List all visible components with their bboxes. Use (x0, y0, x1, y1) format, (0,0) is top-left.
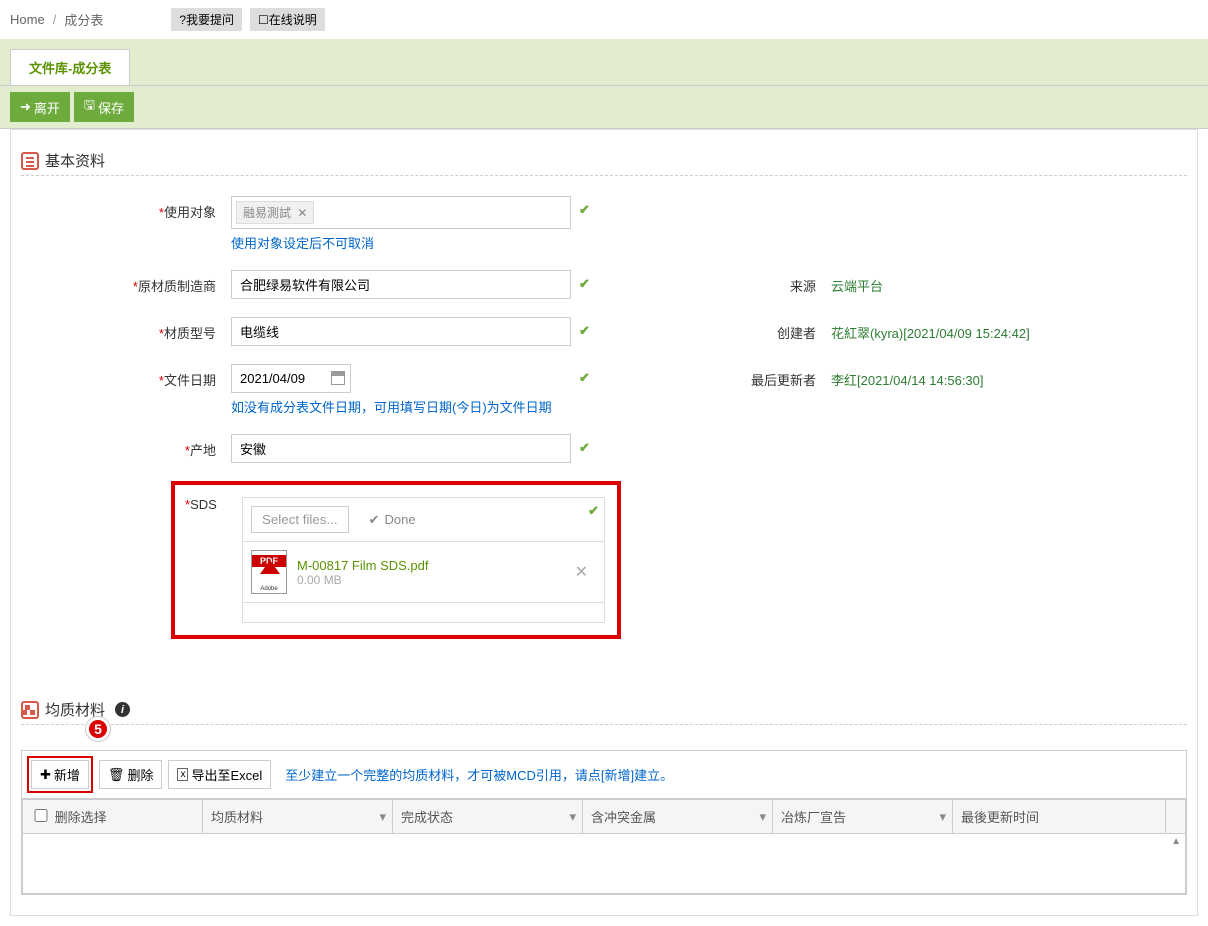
filter-icon[interactable]: ▾ (939, 809, 946, 825)
target-hint: 使用对象设定后不可取消 (231, 233, 631, 252)
save-icon: 🖫 (84, 96, 95, 118)
label-date: *文件日期 (31, 364, 231, 389)
check-icon: ✔ (579, 276, 590, 292)
form-grid: 3 *使用对象 融易測試 ✕ ✔ 使用对象设定后不可取消 *原材质制造商 ✔ 来… (21, 196, 1187, 639)
manufacturer-input[interactable] (231, 270, 571, 299)
trash-icon: 🗑 (108, 767, 125, 783)
tree-icon (21, 701, 39, 719)
material-table: 删除选择 均质材料 ▾ 完成状态 ▾ 含冲突金属 ▾ (22, 799, 1186, 894)
value-creator: 花紅翠(kyra)[2021/04/09 15:24:42] (831, 317, 1177, 342)
plus-icon: ✚ (40, 767, 51, 783)
file-info: M-00817 Film SDS.pdf 0.00 MB (297, 558, 557, 587)
check-icon: ✔ (579, 323, 590, 339)
section-basic-title: 基本资料 (45, 150, 105, 171)
model-input[interactable] (231, 317, 571, 346)
col-conflict[interactable]: 含冲突金属 ▾ (583, 800, 773, 834)
breadcrumb-home-link[interactable]: Home (10, 12, 45, 27)
toolbar-hint: 至少建立一个完整的均质材料，才可被MCD引用，请点[新增]建立。 (285, 765, 673, 784)
date-hint: 如没有成分表文件日期，可用填写日期(今日)为文件日期 (231, 397, 631, 416)
list-icon (21, 152, 39, 170)
file-size: 0.00 MB (297, 573, 557, 587)
section-basic-header: 基本资料 (21, 150, 1187, 176)
value-updater: 李红[2021/04/14 14:56:30] (831, 364, 1177, 389)
col-scroll (1166, 800, 1186, 834)
action-bar: ➜ 离开 🖫 保存 (0, 86, 1208, 129)
check-icon: ✔ (579, 370, 590, 386)
origin-input[interactable] (231, 434, 571, 463)
check-icon: ✔ (579, 440, 590, 456)
ask-question-button[interactable]: ?我要提问 (171, 8, 242, 31)
label-origin: *产地 (31, 434, 231, 459)
value-source: 云端平台 (831, 270, 1177, 295)
breadcrumb-separator: / (53, 12, 57, 27)
select-files-button[interactable]: Select files... (251, 506, 349, 533)
check-icon: ✔ (579, 202, 590, 218)
label-manufacturer: *原材质制造商 (31, 270, 231, 295)
label-updater: 最后更新者 (631, 364, 831, 389)
label-source: 来源 (631, 270, 831, 295)
breadcrumb: Home / 成分表 ?我要提问 ☐在线说明 (0, 0, 1208, 39)
col-smelter[interactable]: 冶炼厂宣告 ▾ (773, 800, 953, 834)
file-name[interactable]: M-00817 Film SDS.pdf (297, 558, 557, 573)
section-material-header: 均质材料 i 5 (21, 699, 1187, 725)
label-target: 3 *使用对象 (31, 196, 231, 221)
file-list-item: PDF Adobe M-00817 Film SDS.pdf 0.00 MB ✕ (242, 542, 605, 603)
col-material[interactable]: 均质材料 ▾ (203, 800, 393, 834)
file-remove-icon[interactable]: ✕ (567, 562, 596, 582)
tab-file-library[interactable]: 文件库-成分表 (10, 49, 130, 85)
label-creator: 创建者 (631, 317, 831, 342)
save-button-label: 保存 (98, 98, 124, 117)
field-model: ✔ (231, 317, 631, 346)
select-all-checkbox[interactable] (31, 809, 51, 822)
section-material: 均质材料 i 5 ✚ 新增 🗑 删除 x 导出至Excel 至少建立一个完整的均… (21, 699, 1187, 895)
online-help-button[interactable]: ☐在线说明 (250, 8, 325, 31)
table-area: 删除选择 均质材料 ▾ 完成状态 ▾ 含冲突金属 ▾ (21, 798, 1187, 895)
col-updated[interactable]: 最後更新时间 (953, 800, 1166, 834)
delete-button[interactable]: 🗑 删除 (99, 760, 163, 789)
add-button-highlight: ✚ 新增 (27, 756, 93, 793)
arrow-right-icon: ➜ (20, 99, 31, 115)
save-button[interactable]: 🖫 保存 (74, 92, 134, 122)
col-select[interactable]: 删除选择 (23, 800, 203, 834)
file-picker: Select files... ✔ Done (242, 497, 605, 542)
callout-badge-5: 5 (86, 717, 110, 741)
target-tag: 融易測試 ✕ (236, 201, 314, 224)
scroll-up-icon[interactable]: ▲ (1171, 836, 1181, 847)
table-toolbar: ✚ 新增 🗑 删除 x 导出至Excel 至少建立一个完整的均质材料，才可被MC… (21, 750, 1187, 798)
pdf-icon: PDF Adobe (251, 550, 287, 594)
label-model: *材质型号 (31, 317, 231, 342)
filter-icon[interactable]: ▾ (379, 809, 386, 825)
tab-bar: 文件库-成分表 (0, 39, 1208, 86)
add-button[interactable]: ✚ 新增 (31, 760, 89, 789)
leave-button-label: 离开 (34, 98, 60, 117)
content-panel: 基本资料 3 *使用对象 融易測試 ✕ ✔ 使用对象设定后不可取消 *原材质制造… (10, 129, 1198, 916)
target-taginput[interactable]: 融易測試 ✕ (231, 196, 571, 229)
breadcrumb-current: 成分表 (64, 10, 103, 29)
export-excel-button[interactable]: x 导出至Excel (168, 760, 271, 789)
sds-box-highlight: *SDS ✔ Select files... ✔ Done PDF (171, 481, 621, 639)
field-sds: *SDS ✔ Select files... ✔ Done PDF (231, 481, 631, 639)
excel-icon: x (177, 768, 188, 781)
table-row-empty: ▲ (23, 834, 1186, 894)
tag-remove-icon[interactable]: ✕ (297, 206, 307, 220)
leave-button[interactable]: ➜ 离开 (10, 92, 70, 122)
filter-icon[interactable]: ▾ (569, 809, 576, 825)
filter-icon[interactable]: ▾ (759, 809, 766, 825)
field-manufacturer: ✔ (231, 270, 631, 299)
check-icon: ✔ (369, 512, 380, 528)
col-status[interactable]: 完成状态 ▾ (393, 800, 583, 834)
field-date: ✔ 如没有成分表文件日期，可用填写日期(今日)为文件日期 (231, 364, 631, 416)
done-status: ✔ Done (369, 512, 416, 528)
field-target: 融易測試 ✕ ✔ 使用对象设定后不可取消 (231, 196, 631, 252)
field-origin: ✔ (231, 434, 631, 463)
calendar-icon[interactable] (331, 371, 345, 385)
info-icon[interactable]: i (115, 702, 130, 717)
check-icon: ✔ (588, 503, 599, 519)
